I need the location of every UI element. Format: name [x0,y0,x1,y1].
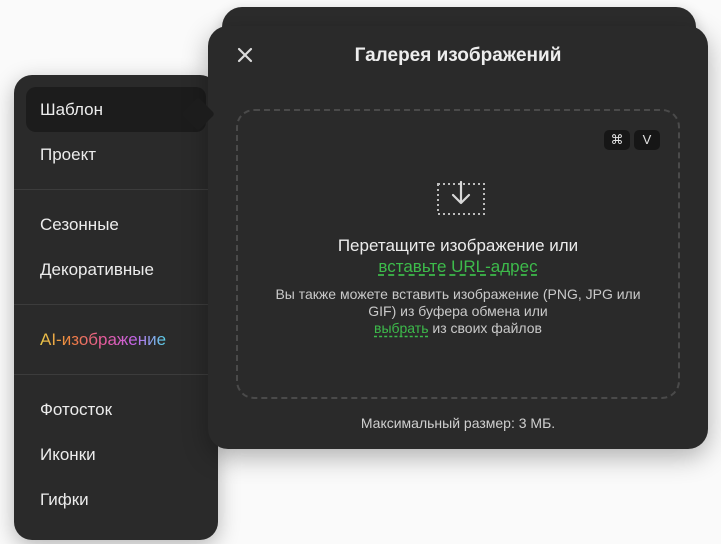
menu-divider [14,189,218,190]
menu-item-gifs[interactable]: Гифки [26,477,206,522]
paste-instructions: Вы также можете вставить изображение (PN… [268,286,648,337]
menu-item-template[interactable]: Шаблон [26,87,206,132]
choose-file-link[interactable]: выбрать [374,320,429,336]
upload-tray-icon [437,180,485,215]
menu-item-ai-image[interactable]: AI-изображение [26,317,206,362]
menu-item-photostock[interactable]: Фотосток [26,387,206,432]
command-key: ⌘ [604,130,630,150]
menu-item-icons[interactable]: Иконки [26,432,206,477]
menu-divider [14,374,218,375]
paste-hint-text: Вы также можете вставить изображение (PN… [275,286,641,319]
drop-text: Перетащите изображение или [337,236,579,255]
image-dropzone[interactable]: ⌘ V Перетащите изображение или вставьте … [236,109,680,399]
paste-url-link[interactable]: вставьте URL-адрес [238,256,678,277]
dialog-title: Галерея изображений [354,45,562,66]
menu-item-project[interactable]: Проект [26,132,206,177]
ai-image-label: AI-изображение [40,330,167,349]
max-size-note: Максимальный размер: 3 МБ. [360,415,556,431]
v-key: V [634,130,660,150]
menu-item-decorative[interactable]: Декоративные [26,247,206,292]
insert-source-menu: Шаблон Проект Сезонные Декоративные AI-и… [14,75,218,540]
from-files-text: из своих файлов [432,320,542,336]
menu-item-seasonal[interactable]: Сезонные [26,202,206,247]
image-gallery-dialog: Галерея изображений ⌘ V Перетащите изобр… [208,26,708,449]
dialog-header: Галерея изображений [208,26,708,86]
paste-shortcut-hint: ⌘ V [604,130,660,150]
menu-divider [14,304,218,305]
drop-instructions: Перетащите изображение или вставьте URL-… [238,235,678,277]
